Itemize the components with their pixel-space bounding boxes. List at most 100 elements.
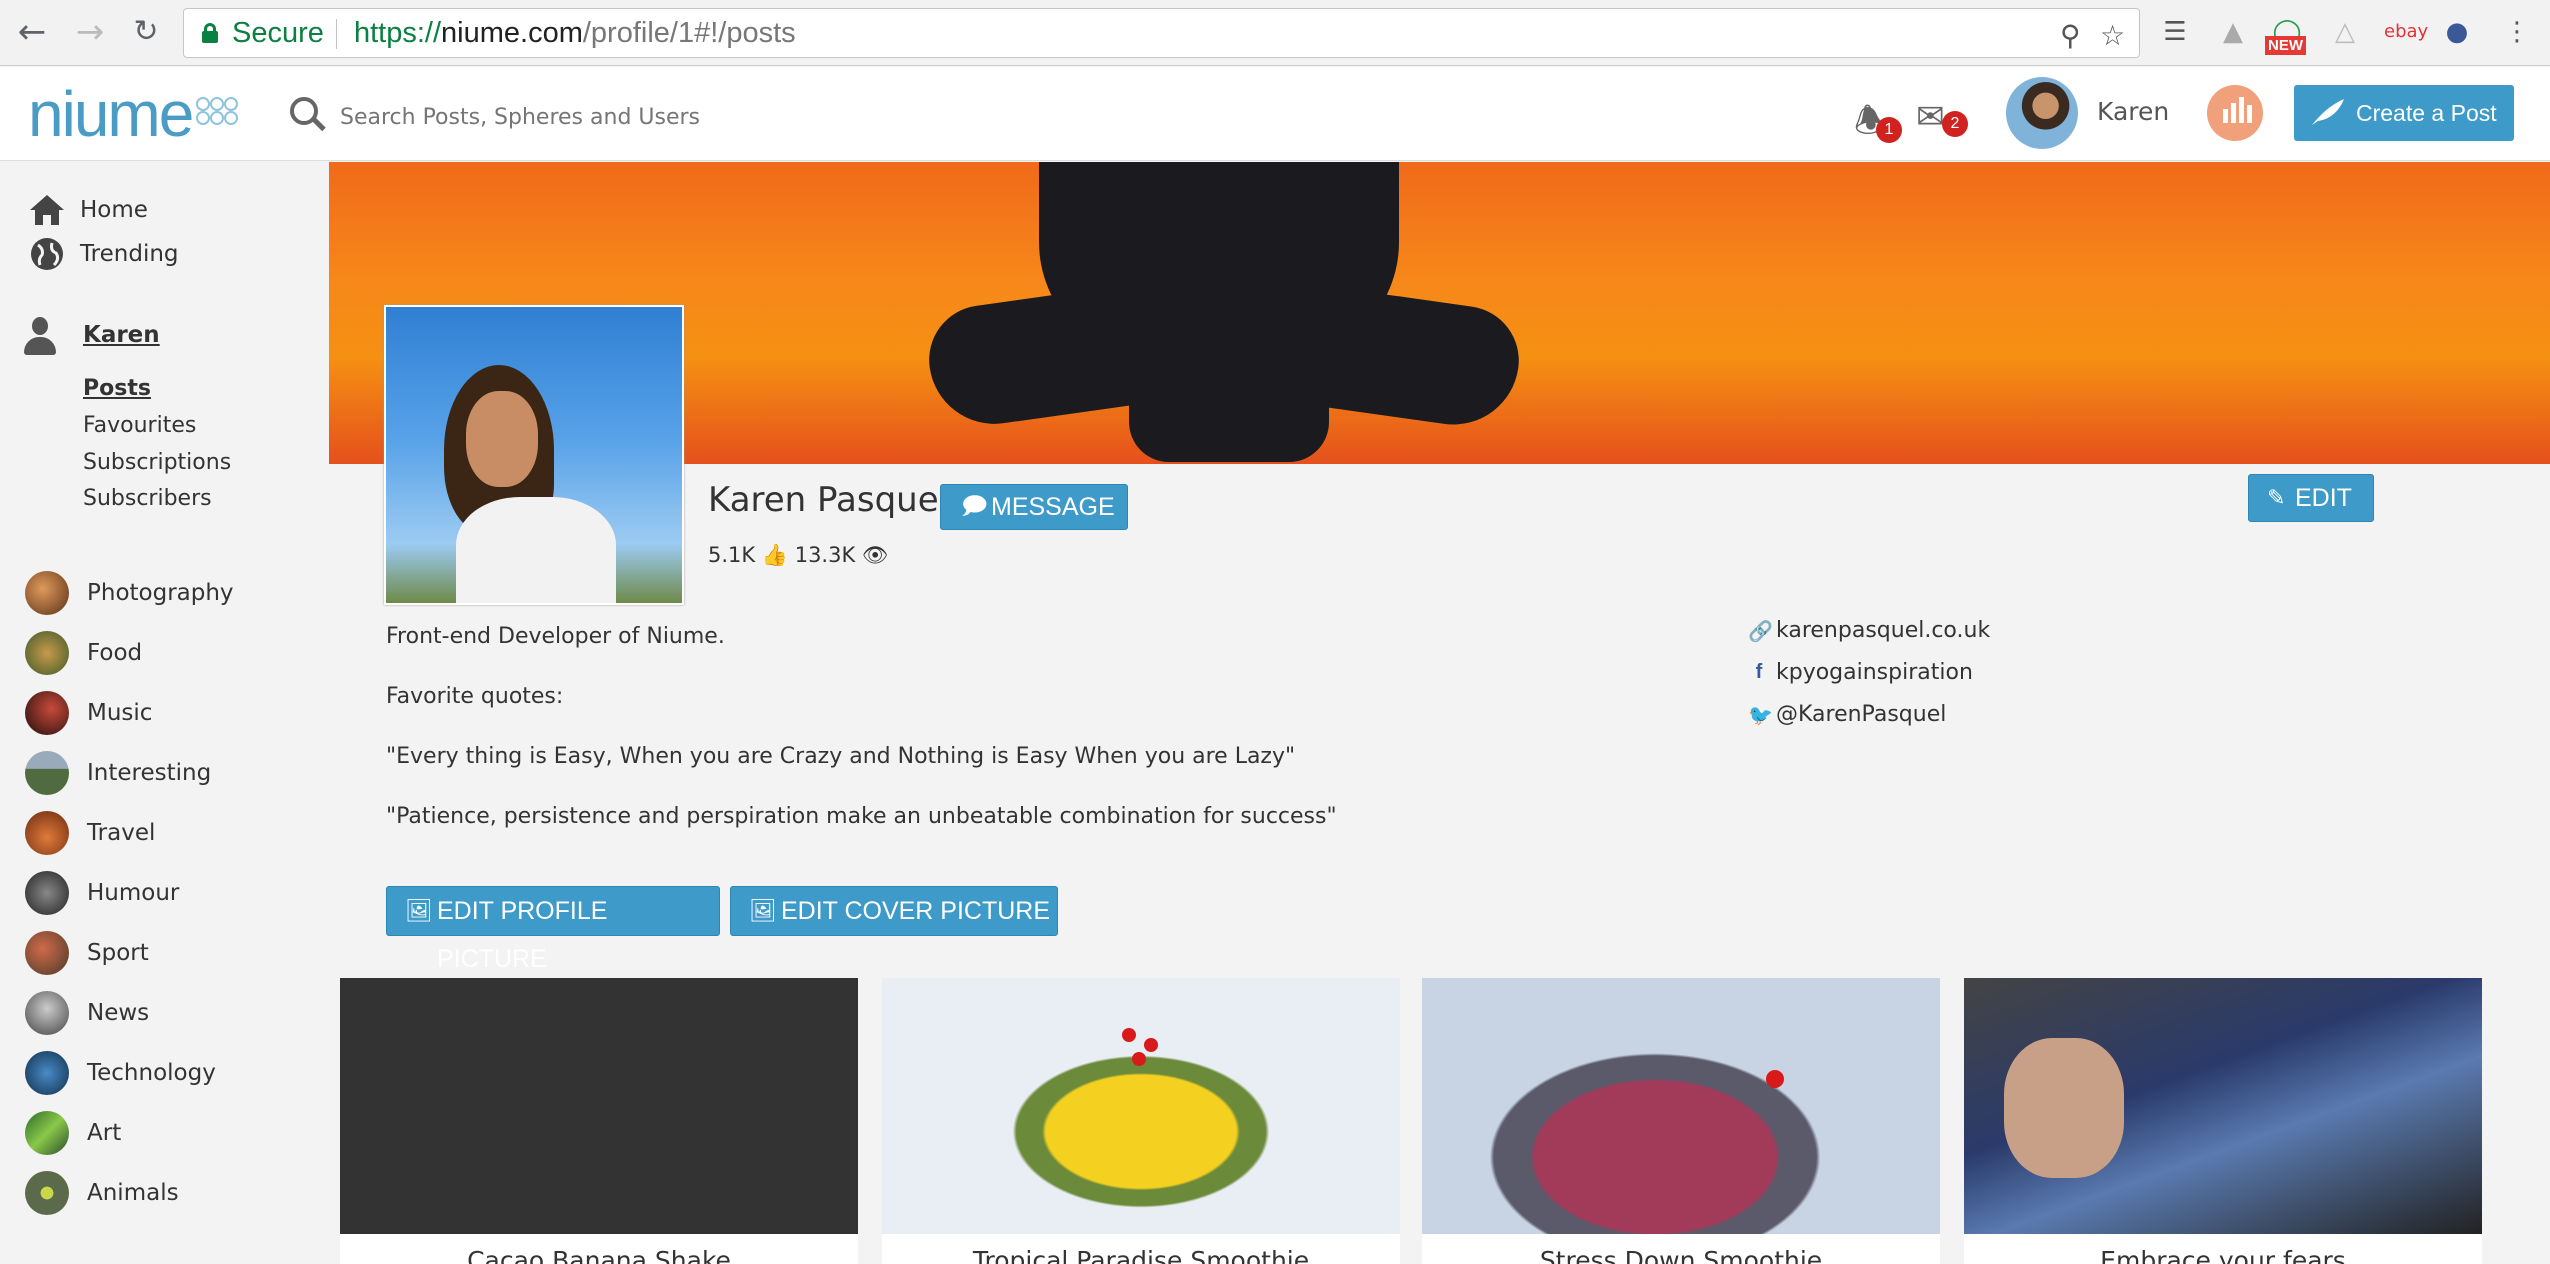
sphere-item-interesting[interactable]: Interesting bbox=[25, 750, 211, 796]
sphere-item-music[interactable]: Music bbox=[25, 690, 152, 736]
secure-label: Secure bbox=[232, 17, 324, 49]
sphere-thumbnail bbox=[25, 571, 69, 615]
sidebar-item-home[interactable]: Home bbox=[28, 190, 148, 230]
profile-extension-icon[interactable]: ● bbox=[2440, 14, 2474, 50]
sphere-thumbnail bbox=[25, 1171, 69, 1215]
sphere-item-food[interactable]: Food bbox=[25, 630, 142, 676]
reload-icon[interactable]: ↻ bbox=[126, 12, 166, 52]
bio-line: Favorite quotes: bbox=[386, 684, 564, 709]
create-post-button[interactable]: Create a Post bbox=[2294, 85, 2514, 141]
sphere-item-animals[interactable]: Animals bbox=[25, 1170, 179, 1216]
post-image bbox=[340, 978, 858, 1234]
eye-icon: 👁 bbox=[861, 543, 889, 567]
post-title: Embrace your fears bbox=[2100, 1246, 2346, 1264]
new-extension-badge: NEW bbox=[2265, 36, 2306, 55]
niume-logo[interactable]: niume bbox=[28, 77, 194, 151]
header-user-name[interactable]: Karen bbox=[2097, 97, 2169, 126]
sphere-item-humour[interactable]: Humour bbox=[25, 870, 179, 916]
edit-profile-button[interactable]: ✎ EDIT bbox=[2248, 474, 2374, 522]
post-image bbox=[882, 978, 1400, 1234]
bookmark-star-icon[interactable]: ☆ bbox=[2100, 19, 2125, 52]
url-path: /profile/1#!/posts bbox=[582, 17, 796, 49]
stats-chart-icon[interactable] bbox=[2207, 85, 2263, 141]
sphere-thumbnail bbox=[25, 691, 69, 735]
sidebar-item-favourites[interactable]: Favourites bbox=[83, 413, 196, 438]
bio-line: "Patience, persistence and perspiration … bbox=[386, 804, 1337, 829]
drive-extension-icon[interactable]: ▲ bbox=[2216, 14, 2250, 50]
sphere-item-news[interactable]: News bbox=[25, 990, 149, 1036]
edit-button-label: EDIT bbox=[2295, 484, 2352, 512]
url-divider bbox=[336, 19, 337, 49]
sidebar-item-label: Trending bbox=[80, 241, 179, 267]
speech-bubble-icon: 🗩 bbox=[961, 493, 988, 520]
search-icon[interactable] bbox=[290, 97, 326, 133]
sidebar-item-subscriptions[interactable]: Subscriptions bbox=[83, 450, 231, 475]
message-button[interactable]: 🗩 MESSAGE bbox=[940, 484, 1128, 530]
facebook-link[interactable]: f kpyogainspiration bbox=[1748, 660, 1973, 685]
ebay-extension-icon[interactable]: ebay bbox=[2384, 14, 2428, 50]
post-card[interactable]: Stress Down Smoothie bbox=[1422, 978, 1940, 1264]
bio-line: "Every thing is Easy, When you are Crazy… bbox=[386, 744, 1296, 769]
sphere-label: Food bbox=[87, 640, 143, 666]
post-image bbox=[1422, 978, 1940, 1234]
app-header: niume 🕭 1 ✉ 2 Karen Create a Post bbox=[0, 67, 2550, 161]
search-input[interactable] bbox=[340, 97, 1040, 137]
sphere-thumbnail bbox=[25, 751, 69, 795]
sidebar-item-trending[interactable]: Trending bbox=[28, 234, 179, 274]
sphere-item-technology[interactable]: Technology bbox=[25, 1050, 216, 1096]
layers-extension-icon[interactable]: ☰ bbox=[2158, 14, 2192, 50]
twitter-link[interactable]: 🐦 @KarenPasquel bbox=[1748, 702, 1946, 727]
post-card[interactable]: Cacao Banana Shake bbox=[340, 978, 858, 1264]
likes-count: 5.1K bbox=[708, 543, 756, 567]
sphere-thumbnail bbox=[25, 991, 69, 1035]
message-button-label: MESSAGE bbox=[991, 493, 1115, 521]
address-bar[interactable]: Secure https://niume.com/profile/1#!/pos… bbox=[183, 8, 2140, 58]
user-icon bbox=[22, 317, 58, 357]
forward-arrow-icon[interactable]: → bbox=[70, 12, 110, 52]
sphere-item-art[interactable]: Art bbox=[25, 1110, 121, 1156]
twitter-icon: 🐦 bbox=[1748, 702, 1773, 727]
sidebar-item-label: Home bbox=[80, 197, 148, 223]
sphere-item-sport[interactable]: Sport bbox=[25, 930, 149, 976]
facebook-label: kpyogainspiration bbox=[1776, 660, 1973, 685]
browser-toolbar: ← → ↻ Secure https://niume.com/profile/1… bbox=[0, 0, 2550, 66]
website-link[interactable]: 🔗 karenpasquel.co.uk bbox=[1748, 618, 1990, 643]
profile-picture[interactable] bbox=[384, 305, 684, 605]
yoga-silhouette-center bbox=[1129, 282, 1329, 462]
post-card[interactable]: Embrace your fears bbox=[1964, 978, 2482, 1264]
post-card[interactable]: Tropical Paradise Smoothie bbox=[882, 978, 1400, 1264]
profile-name: Karen Pasquel bbox=[708, 480, 949, 520]
user-avatar[interactable] bbox=[2006, 77, 2078, 149]
browser-menu-icon[interactable]: ⋮ bbox=[2500, 14, 2534, 50]
sphere-label: Travel bbox=[87, 820, 156, 846]
link-icon: 🔗 bbox=[1748, 618, 1773, 643]
messages-envelope-icon[interactable]: ✉ bbox=[1916, 97, 1945, 137]
url-text[interactable]: https://niume.com/profile/1#!/posts bbox=[354, 17, 796, 50]
upload-extension-icon[interactable]: △ bbox=[2328, 14, 2362, 50]
url-host: niume.com bbox=[441, 17, 583, 49]
back-arrow-icon[interactable]: ← bbox=[12, 12, 52, 52]
sphere-item-travel[interactable]: Travel bbox=[25, 810, 155, 856]
views-count: 13.3K bbox=[794, 543, 856, 567]
sidebar: Home Trending Karen Posts Favourites Sub… bbox=[0, 162, 328, 1264]
globe-icon bbox=[31, 238, 63, 270]
sphere-label: News bbox=[87, 1000, 150, 1026]
pencil-icon: ✎ bbox=[2267, 485, 2286, 510]
create-post-label: Create a Post bbox=[2356, 100, 2497, 126]
website-label: karenpasquel.co.uk bbox=[1776, 618, 1991, 643]
edit-cover-picture-button[interactable]: 🖼 EDIT COVER PICTURE bbox=[730, 886, 1058, 936]
sidebar-item-posts[interactable]: Posts bbox=[83, 376, 151, 401]
edit-profile-picture-button[interactable]: 🖼 EDIT PROFILE PICTURE bbox=[386, 886, 720, 973]
sphere-label: Photography bbox=[87, 580, 234, 606]
sphere-thumbnail bbox=[25, 811, 69, 855]
sidebar-profile-name[interactable]: Karen bbox=[83, 322, 160, 348]
bio-line: Front-end Developer of Niume. bbox=[386, 624, 725, 649]
home-icon bbox=[30, 195, 64, 225]
zoom-icon[interactable]: ⚲ bbox=[2060, 19, 2081, 52]
twitter-label: @KarenPasquel bbox=[1776, 702, 1947, 727]
sidebar-item-subscribers[interactable]: Subscribers bbox=[83, 486, 212, 511]
edit-cover-picture-label: EDIT COVER PICTURE bbox=[781, 897, 1051, 925]
post-title: Tropical Paradise Smoothie bbox=[972, 1246, 1310, 1264]
image-file-icon: 🖼 bbox=[405, 898, 433, 923]
sphere-item-photography[interactable]: Photography bbox=[25, 570, 234, 616]
